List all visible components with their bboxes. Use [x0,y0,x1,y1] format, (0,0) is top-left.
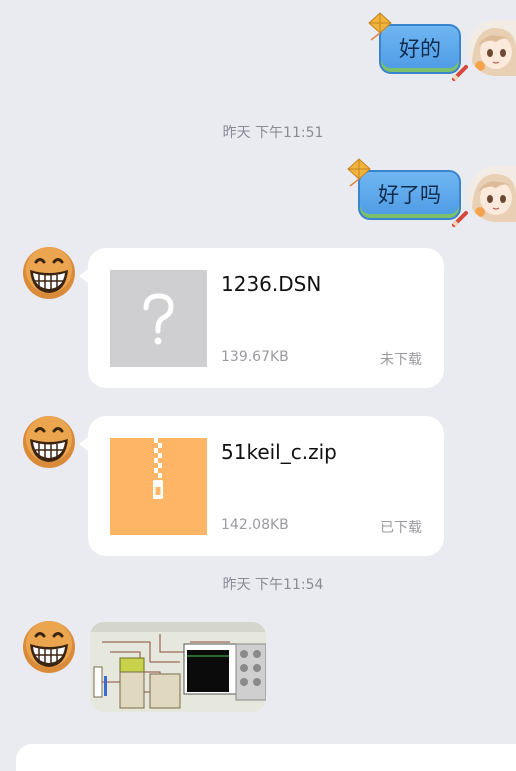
kite-icon [347,158,371,187]
file-message-card[interactable]: 51keil_c.zip 142.08KB 已下载 [79,416,444,556]
pencil-icon [452,65,468,81]
file-message-card[interactable]: 1236.DSN 139.67KB 未下载 [79,248,444,388]
timestamp: 昨天 下午11:51 [222,125,324,141]
file-name: 51keil_c.zip [221,440,337,464]
image-message-thumbnail[interactable] [90,622,266,712]
download-status: 已下载 [380,520,422,536]
zip-file-icon [110,438,207,535]
timestamp: 昨天 下午11:54 [222,577,324,593]
outgoing-message-bubble[interactable]: 好的 [368,12,468,81]
download-status: 未下载 [380,352,422,368]
pencil-icon [452,211,468,227]
contact-avatar[interactable] [22,246,76,300]
contact-avatar[interactable] [22,620,76,674]
grinning-emoji-icon [23,416,75,468]
grinning-emoji-icon [23,621,75,673]
message-text: 好的 [399,37,441,61]
anime-girl-avatar-icon [468,20,516,76]
grinning-emoji-icon [23,247,75,299]
kite-icon [368,12,392,41]
self-avatar[interactable] [468,20,516,76]
outgoing-message-bubble[interactable]: 好了吗 [347,158,468,227]
message-input-bar[interactable] [16,744,516,771]
file-size: 142.08KB [221,517,289,533]
question-mark-file-icon [110,270,207,367]
chat-screen: 好的 昨天 下午11:51 好了吗 1236.DSN 139.67KB 未下载 … [0,0,516,771]
file-size: 139.67KB [221,349,289,365]
message-text: 好了吗 [378,183,441,207]
file-name: 1236.DSN [221,272,322,296]
contact-avatar[interactable] [22,415,76,469]
circuit-screenshot-image [90,622,266,712]
anime-girl-avatar-icon [468,166,516,222]
self-avatar[interactable] [468,166,516,222]
